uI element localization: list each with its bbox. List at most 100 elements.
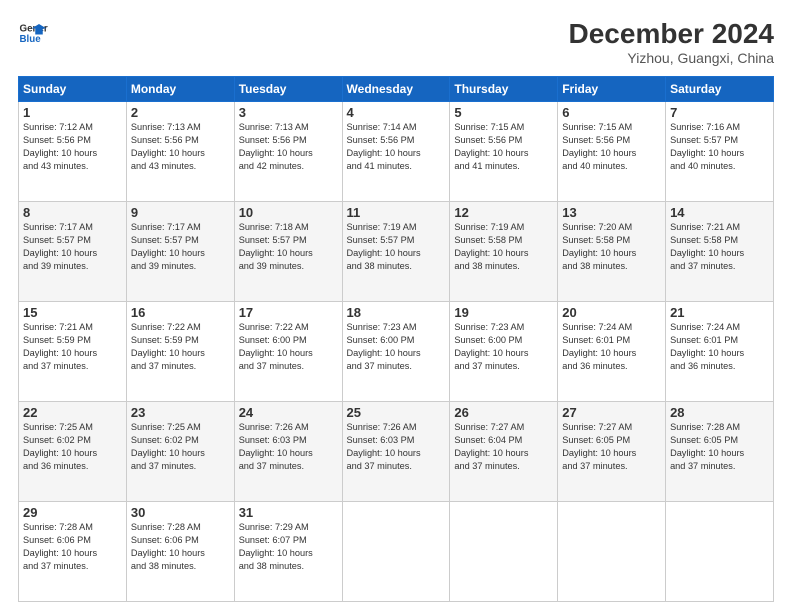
day-cell [666, 502, 774, 602]
day-number: 25 [347, 405, 446, 420]
day-cell: 20Sunrise: 7:24 AMSunset: 6:01 PMDayligh… [558, 302, 666, 402]
day-number: 2 [131, 105, 230, 120]
day-number: 29 [23, 505, 122, 520]
day-cell: 29Sunrise: 7:28 AMSunset: 6:06 PMDayligh… [19, 502, 127, 602]
day-cell: 14Sunrise: 7:21 AMSunset: 5:58 PMDayligh… [666, 202, 774, 302]
day-cell: 10Sunrise: 7:18 AMSunset: 5:57 PMDayligh… [234, 202, 342, 302]
day-cell: 24Sunrise: 7:26 AMSunset: 6:03 PMDayligh… [234, 402, 342, 502]
day-number: 8 [23, 205, 122, 220]
day-cell: 8Sunrise: 7:17 AMSunset: 5:57 PMDaylight… [19, 202, 127, 302]
day-cell: 5Sunrise: 7:15 AMSunset: 5:56 PMDaylight… [450, 102, 558, 202]
day-info: Sunrise: 7:14 AMSunset: 5:56 PMDaylight:… [347, 121, 446, 173]
day-info: Sunrise: 7:22 AMSunset: 6:00 PMDaylight:… [239, 321, 338, 373]
calendar-container: General Blue December 2024 Yizhou, Guang… [0, 0, 792, 612]
day-info: Sunrise: 7:24 AMSunset: 6:01 PMDaylight:… [562, 321, 661, 373]
day-number: 20 [562, 305, 661, 320]
day-cell: 1Sunrise: 7:12 AMSunset: 5:56 PMDaylight… [19, 102, 127, 202]
day-cell [558, 502, 666, 602]
column-header-wednesday: Wednesday [342, 77, 450, 102]
day-number: 10 [239, 205, 338, 220]
svg-text:General: General [20, 24, 49, 35]
week-row-3: 15Sunrise: 7:21 AMSunset: 5:59 PMDayligh… [19, 302, 774, 402]
day-info: Sunrise: 7:21 AMSunset: 5:58 PMDaylight:… [670, 221, 769, 273]
header: General Blue December 2024 Yizhou, Guang… [18, 18, 774, 66]
day-cell: 9Sunrise: 7:17 AMSunset: 5:57 PMDaylight… [126, 202, 234, 302]
day-info: Sunrise: 7:27 AMSunset: 6:05 PMDaylight:… [562, 421, 661, 473]
day-info: Sunrise: 7:25 AMSunset: 6:02 PMDaylight:… [131, 421, 230, 473]
week-row-1: 1Sunrise: 7:12 AMSunset: 5:56 PMDaylight… [19, 102, 774, 202]
day-number: 16 [131, 305, 230, 320]
calendar-header-row: SundayMondayTuesdayWednesdayThursdayFrid… [19, 77, 774, 102]
location: Yizhou, Guangxi, China [569, 50, 774, 66]
calendar-table: SundayMondayTuesdayWednesdayThursdayFrid… [18, 76, 774, 602]
logo-icon: General Blue [18, 18, 48, 48]
day-cell: 3Sunrise: 7:13 AMSunset: 5:56 PMDaylight… [234, 102, 342, 202]
day-number: 19 [454, 305, 553, 320]
day-number: 30 [131, 505, 230, 520]
day-cell: 31Sunrise: 7:29 AMSunset: 6:07 PMDayligh… [234, 502, 342, 602]
day-info: Sunrise: 7:26 AMSunset: 6:03 PMDaylight:… [239, 421, 338, 473]
day-cell: 2Sunrise: 7:13 AMSunset: 5:56 PMDaylight… [126, 102, 234, 202]
day-cell: 6Sunrise: 7:15 AMSunset: 5:56 PMDaylight… [558, 102, 666, 202]
day-info: Sunrise: 7:28 AMSunset: 6:06 PMDaylight:… [131, 521, 230, 573]
day-number: 1 [23, 105, 122, 120]
day-cell [342, 502, 450, 602]
column-header-monday: Monday [126, 77, 234, 102]
day-cell: 11Sunrise: 7:19 AMSunset: 5:57 PMDayligh… [342, 202, 450, 302]
day-cell: 18Sunrise: 7:23 AMSunset: 6:00 PMDayligh… [342, 302, 450, 402]
day-info: Sunrise: 7:28 AMSunset: 6:06 PMDaylight:… [23, 521, 122, 573]
day-cell: 23Sunrise: 7:25 AMSunset: 6:02 PMDayligh… [126, 402, 234, 502]
day-cell: 12Sunrise: 7:19 AMSunset: 5:58 PMDayligh… [450, 202, 558, 302]
day-info: Sunrise: 7:28 AMSunset: 6:05 PMDaylight:… [670, 421, 769, 473]
day-cell: 27Sunrise: 7:27 AMSunset: 6:05 PMDayligh… [558, 402, 666, 502]
day-cell: 17Sunrise: 7:22 AMSunset: 6:00 PMDayligh… [234, 302, 342, 402]
day-cell: 30Sunrise: 7:28 AMSunset: 6:06 PMDayligh… [126, 502, 234, 602]
day-number: 13 [562, 205, 661, 220]
day-number: 23 [131, 405, 230, 420]
day-info: Sunrise: 7:17 AMSunset: 5:57 PMDaylight:… [23, 221, 122, 273]
day-cell: 7Sunrise: 7:16 AMSunset: 5:57 PMDaylight… [666, 102, 774, 202]
day-info: Sunrise: 7:19 AMSunset: 5:57 PMDaylight:… [347, 221, 446, 273]
week-row-5: 29Sunrise: 7:28 AMSunset: 6:06 PMDayligh… [19, 502, 774, 602]
day-cell: 26Sunrise: 7:27 AMSunset: 6:04 PMDayligh… [450, 402, 558, 502]
column-header-friday: Friday [558, 77, 666, 102]
day-info: Sunrise: 7:21 AMSunset: 5:59 PMDaylight:… [23, 321, 122, 373]
svg-text:Blue: Blue [20, 34, 42, 45]
day-number: 12 [454, 205, 553, 220]
day-info: Sunrise: 7:16 AMSunset: 5:57 PMDaylight:… [670, 121, 769, 173]
day-cell: 22Sunrise: 7:25 AMSunset: 6:02 PMDayligh… [19, 402, 127, 502]
day-info: Sunrise: 7:23 AMSunset: 6:00 PMDaylight:… [454, 321, 553, 373]
day-info: Sunrise: 7:12 AMSunset: 5:56 PMDaylight:… [23, 121, 122, 173]
column-header-saturday: Saturday [666, 77, 774, 102]
column-header-sunday: Sunday [19, 77, 127, 102]
day-info: Sunrise: 7:18 AMSunset: 5:57 PMDaylight:… [239, 221, 338, 273]
day-number: 5 [454, 105, 553, 120]
day-number: 3 [239, 105, 338, 120]
day-info: Sunrise: 7:27 AMSunset: 6:04 PMDaylight:… [454, 421, 553, 473]
day-number: 6 [562, 105, 661, 120]
day-info: Sunrise: 7:25 AMSunset: 6:02 PMDaylight:… [23, 421, 122, 473]
day-number: 14 [670, 205, 769, 220]
day-cell: 21Sunrise: 7:24 AMSunset: 6:01 PMDayligh… [666, 302, 774, 402]
day-cell: 16Sunrise: 7:22 AMSunset: 5:59 PMDayligh… [126, 302, 234, 402]
day-info: Sunrise: 7:20 AMSunset: 5:58 PMDaylight:… [562, 221, 661, 273]
day-number: 4 [347, 105, 446, 120]
day-info: Sunrise: 7:23 AMSunset: 6:00 PMDaylight:… [347, 321, 446, 373]
day-number: 11 [347, 205, 446, 220]
day-number: 18 [347, 305, 446, 320]
day-cell: 13Sunrise: 7:20 AMSunset: 5:58 PMDayligh… [558, 202, 666, 302]
day-cell [450, 502, 558, 602]
day-info: Sunrise: 7:13 AMSunset: 5:56 PMDaylight:… [239, 121, 338, 173]
day-info: Sunrise: 7:19 AMSunset: 5:58 PMDaylight:… [454, 221, 553, 273]
day-info: Sunrise: 7:24 AMSunset: 6:01 PMDaylight:… [670, 321, 769, 373]
column-header-thursday: Thursday [450, 77, 558, 102]
day-number: 24 [239, 405, 338, 420]
day-cell: 25Sunrise: 7:26 AMSunset: 6:03 PMDayligh… [342, 402, 450, 502]
day-info: Sunrise: 7:15 AMSunset: 5:56 PMDaylight:… [454, 121, 553, 173]
week-row-4: 22Sunrise: 7:25 AMSunset: 6:02 PMDayligh… [19, 402, 774, 502]
day-cell: 28Sunrise: 7:28 AMSunset: 6:05 PMDayligh… [666, 402, 774, 502]
day-info: Sunrise: 7:13 AMSunset: 5:56 PMDaylight:… [131, 121, 230, 173]
day-number: 15 [23, 305, 122, 320]
day-number: 31 [239, 505, 338, 520]
day-number: 7 [670, 105, 769, 120]
